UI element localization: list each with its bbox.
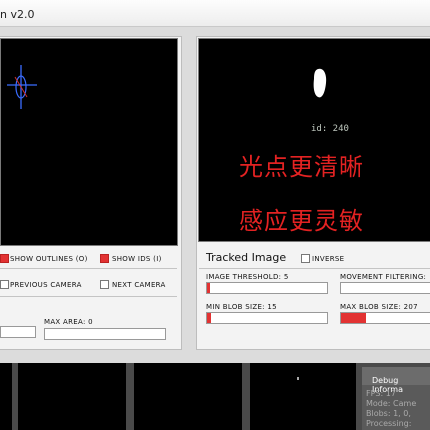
inverse-label: INVERSE	[312, 255, 345, 263]
divider	[199, 268, 430, 269]
tracked-camera-view[interactable]: id: 240 光点更清晰 感应更灵敏	[198, 38, 430, 242]
camera-thumbnail[interactable]	[134, 363, 242, 430]
max-blob-size-fill	[341, 313, 366, 323]
previous-camera-label: PREVIOUS CAMERA	[10, 281, 82, 289]
max-area-slider[interactable]	[44, 328, 166, 340]
next-camera-label: NEXT CAMERA	[112, 281, 166, 289]
min-blob-size-fill	[207, 313, 211, 323]
camera-thumbnail[interactable]	[250, 363, 356, 430]
min-blob-size-slider[interactable]	[206, 312, 328, 324]
debug-panel: Debug Informa FPS: 17 Mode: Came Blobs: …	[362, 367, 430, 430]
tracked-image-title: Tracked Image	[206, 251, 287, 264]
debug-fps: FPS: 17	[366, 389, 396, 398]
image-threshold-label: IMAGE THRESHOLD: 5	[206, 273, 289, 281]
debug-processing: Processing:	[366, 419, 412, 428]
max-area-label: MAX AREA: 0	[44, 318, 93, 326]
debug-blobs: Blobs: 1, 0,	[366, 409, 411, 418]
max-blob-size-label: MAX BLOB SIZE: 207	[340, 303, 418, 311]
movement-filtering-slider[interactable]	[340, 282, 430, 294]
overlay-text-line-2: 感应更灵敏	[239, 207, 364, 235]
window-titlebar[interactable]: n v2.0	[0, 0, 430, 27]
tracked-blob	[313, 68, 327, 98]
camera-thumbnail[interactable]	[18, 363, 126, 430]
image-threshold-fill	[207, 283, 210, 293]
min-blob-size-label: MIN BLOB SIZE: 15	[206, 303, 277, 311]
overlay-text-line-1: 光点更清晰	[239, 153, 364, 181]
show-ids-label: SHOW IDS (I)	[112, 255, 162, 263]
window-title: n v2.0	[0, 8, 35, 21]
camera-thumbnail[interactable]	[0, 363, 12, 430]
debug-mode: Mode: Came	[366, 399, 417, 408]
blob-id-label: id: 240	[311, 124, 349, 134]
max-blob-size-slider[interactable]	[340, 312, 430, 324]
source-camera-view[interactable]	[0, 38, 178, 246]
inverse-checkbox[interactable]	[301, 254, 310, 263]
previous-camera-checkbox[interactable]	[0, 280, 9, 289]
image-threshold-slider[interactable]	[206, 282, 328, 294]
thumbnail-dot	[297, 377, 299, 380]
next-camera-checkbox[interactable]	[100, 280, 109, 289]
divider	[0, 296, 177, 297]
min-area-slider[interactable]	[0, 326, 36, 338]
show-outlines-checkbox[interactable]	[0, 254, 9, 263]
show-ids-checkbox[interactable]	[100, 254, 109, 263]
show-outlines-label: SHOW OUTLINES (O)	[10, 255, 88, 263]
divider	[0, 268, 177, 269]
crosshair-icon	[7, 65, 37, 109]
movement-filtering-label: MOVEMENT FILTERING:	[340, 273, 427, 281]
